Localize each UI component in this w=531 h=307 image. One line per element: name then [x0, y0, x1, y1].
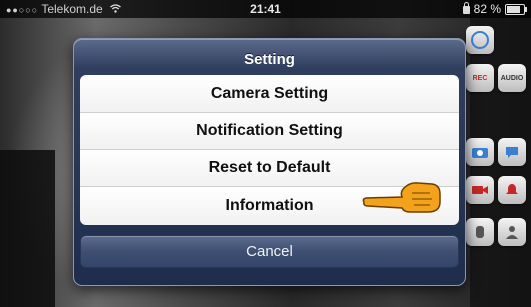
record-label: REC: [472, 74, 488, 82]
audio-label: AUDIO: [500, 74, 524, 82]
settings-dialog: Setting Camera Setting Notification Sett…: [73, 38, 466, 286]
video-icon[interactable]: [466, 176, 494, 204]
pointing-hand-icon: [360, 176, 444, 216]
battery-icon: [505, 3, 527, 15]
record-icon[interactable]: REC: [466, 64, 494, 92]
alarm-icon[interactable]: [498, 176, 526, 204]
battery-status: 82 %: [462, 2, 527, 16]
notification-setting-option[interactable]: Notification Setting: [80, 112, 459, 149]
background-shadow: [0, 150, 55, 307]
battery-percent: 82 %: [473, 2, 501, 16]
settings-ring-icon: [471, 31, 489, 49]
status-time: 21:41: [250, 2, 281, 16]
user-icon[interactable]: [498, 218, 526, 246]
side-toolbar: REC AUDIO: [464, 24, 530, 276]
lock-icon: [462, 2, 470, 14]
settings-icon[interactable]: [466, 26, 494, 54]
status-bar: ●●○○○ Telekom.de 21:41 82 %: [0, 0, 531, 18]
talk-icon[interactable]: [498, 138, 526, 166]
dialog-title: Setting: [244, 51, 295, 68]
audio-icon[interactable]: AUDIO: [498, 64, 526, 92]
camera-setting-option[interactable]: Camera Setting: [80, 75, 459, 112]
cancel-button[interactable]: Cancel: [80, 235, 459, 268]
snapshot-icon[interactable]: [466, 138, 494, 166]
battery-fill: [507, 5, 520, 13]
camera-list-icon[interactable]: [466, 218, 494, 246]
